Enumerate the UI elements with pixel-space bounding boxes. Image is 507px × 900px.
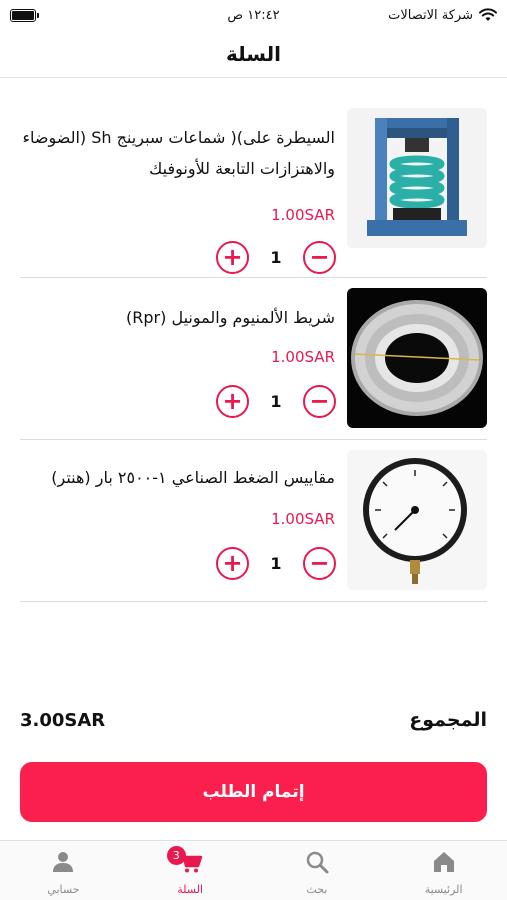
quantity-stepper: + 1 − bbox=[216, 546, 336, 580]
checkout-button[interactable]: إتمام الطلب bbox=[20, 762, 487, 822]
user-icon bbox=[53, 852, 74, 872]
battery-icon bbox=[10, 8, 39, 22]
pressure-gauge-image[interactable] bbox=[347, 450, 487, 590]
increase-quantity-button[interactable]: + bbox=[216, 546, 249, 580]
increase-quantity-button[interactable]: + bbox=[216, 240, 249, 274]
aluminum-tape-roll-image[interactable] bbox=[347, 288, 487, 428]
decrease-quantity-button[interactable]: − bbox=[303, 546, 336, 580]
status-time: ١٢:٤٢ ص bbox=[227, 7, 280, 23]
quantity-value: 1 bbox=[270, 247, 282, 267]
status-right: شركة الاتصالات bbox=[388, 8, 497, 23]
carrier-name: شركة الاتصالات bbox=[388, 7, 473, 23]
nav-label: السلة bbox=[177, 883, 204, 896]
spring-isolator-image[interactable] bbox=[347, 108, 487, 248]
bottom-nav: الرئيسية بحث 3 السلة حسابي bbox=[0, 840, 507, 900]
item-price: 1.00SAR bbox=[271, 510, 335, 528]
item-name: السيطرة على)( شماعات سبرينج Sh (الضوضاء … bbox=[22, 128, 335, 178]
status-left bbox=[10, 8, 39, 22]
total-row: 3.00SAR المجموع bbox=[20, 705, 487, 735]
cart-count-badge: 3 bbox=[166, 846, 186, 865]
total-amount: 3.00SAR bbox=[20, 709, 106, 731]
header: السلة bbox=[0, 30, 507, 78]
quantity-value: 1 bbox=[270, 391, 282, 411]
item-price: 1.00SAR bbox=[271, 348, 335, 366]
cart-item: السيطرة على)( شماعات سبرينج Sh (الضوضاء … bbox=[20, 100, 487, 278]
item-name: شريط الألمنيوم والمونيل (Rpr) bbox=[126, 308, 335, 327]
wifi-icon bbox=[479, 8, 497, 21]
item-name: مقاييس الضغط الصناعي ١-٢٥٠٠ بار (هنتر) bbox=[51, 468, 335, 487]
nav-label: الرئيسية bbox=[424, 883, 463, 896]
item-price: 1.00SAR bbox=[271, 206, 335, 224]
page-title: السلة bbox=[225, 41, 281, 66]
status-bar: ١٢:٤٢ ص شركة الاتصالات bbox=[0, 0, 507, 30]
total-label: المجموع bbox=[409, 709, 487, 731]
decrease-quantity-button[interactable]: − bbox=[303, 240, 336, 274]
nav-label: حسابي bbox=[47, 883, 80, 896]
nav-item-search[interactable]: بحث bbox=[254, 841, 381, 900]
quantity-stepper: + 1 − bbox=[216, 240, 336, 274]
nav-item-account[interactable]: حسابي bbox=[0, 841, 127, 900]
quantity-value: 1 bbox=[270, 553, 282, 573]
increase-quantity-button[interactable]: + bbox=[216, 384, 249, 418]
search-icon bbox=[306, 851, 329, 874]
nav-label: بحث bbox=[306, 883, 328, 896]
nav-item-home[interactable]: الرئيسية bbox=[380, 841, 507, 900]
home-icon bbox=[433, 852, 454, 872]
cart-item: شريط الألمنيوم والمونيل (Rpr) 1.00SAR + … bbox=[20, 278, 487, 440]
app-root: ١٢:٤٢ ص شركة الاتصالات السلة السيطرة على… bbox=[0, 0, 507, 900]
cart-item: مقاييس الضغط الصناعي ١-٢٥٠٠ بار (هنتر) 1… bbox=[20, 440, 487, 602]
decrease-quantity-button[interactable]: − bbox=[303, 384, 336, 418]
nav-item-cart[interactable]: 3 السلة bbox=[127, 841, 254, 900]
quantity-stepper: + 1 − bbox=[216, 384, 336, 418]
